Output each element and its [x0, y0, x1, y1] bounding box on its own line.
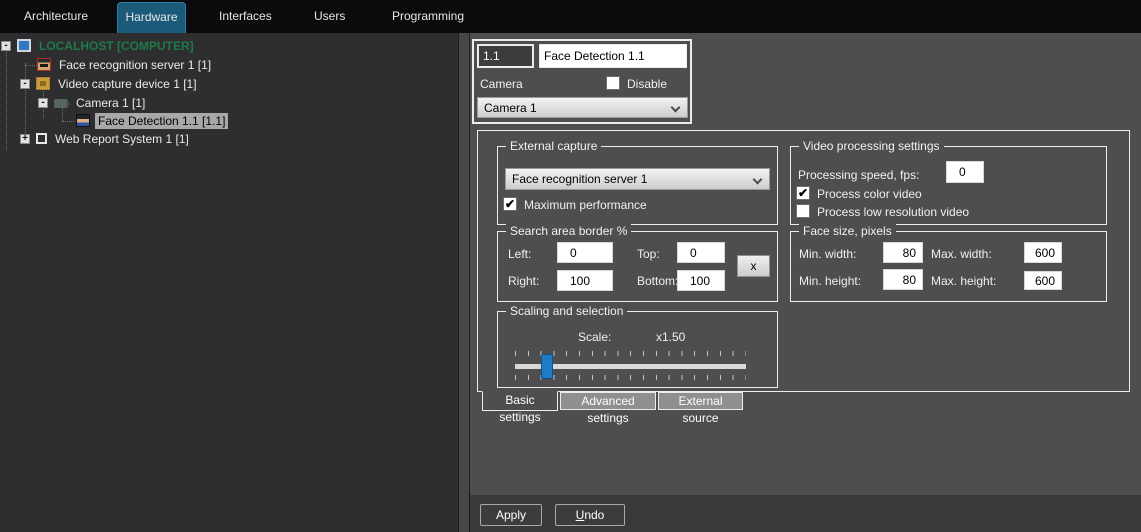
tree-connector-line — [25, 63, 26, 135]
object-id-field[interactable] — [477, 44, 534, 68]
apply-button[interactable]: Apply — [480, 504, 542, 526]
tree-item-label: Web Report System 1 [1] — [52, 131, 192, 147]
tree-item-face-recognition-server[interactable]: Face recognition server 1 [1] — [37, 56, 214, 73]
left-label: Left: — [508, 247, 531, 261]
tree-item-localhost[interactable]: - LOCALHOST [COMPUTER] — [1, 37, 197, 54]
hardware-tree-panel: - LOCALHOST [COMPUTER] Face recognition … — [0, 33, 458, 532]
bottom-label: Bottom: — [637, 274, 678, 288]
process-color-video-checkbox[interactable] — [796, 186, 810, 200]
web-report-icon — [36, 133, 47, 144]
capture-device-icon — [36, 77, 50, 90]
tree-item-label: Face recognition server 1 [1] — [56, 57, 214, 73]
external-capture-server-value: Face recognition server 1 — [512, 172, 647, 186]
collapse-icon[interactable]: - — [20, 79, 30, 89]
tree-item-video-capture-device[interactable]: - Video capture device 1 [1] — [20, 75, 200, 92]
tab-basic-settings[interactable]: Basic settings — [482, 391, 558, 411]
collapse-icon[interactable]: - — [1, 41, 11, 51]
max-width-field[interactable] — [1024, 242, 1062, 263]
video-processing-title: Video processing settings — [799, 139, 944, 153]
camera-select-value: Camera 1 — [484, 101, 537, 115]
right-label: Right: — [508, 274, 539, 288]
menu-item-architecture[interactable]: Architecture — [24, 0, 88, 33]
search-area-title: Search area border % — [506, 224, 631, 238]
tree-item-camera[interactable]: - Camera 1 [1] — [38, 94, 148, 111]
undo-button[interactable]: Undo — [555, 504, 625, 526]
top-field[interactable] — [677, 242, 725, 263]
top-label: Top: — [637, 247, 660, 261]
max-height-field[interactable] — [1024, 271, 1062, 290]
application-window: Architecture Hardware Interfaces Users P… — [0, 0, 1141, 532]
face-server-icon — [37, 58, 51, 71]
collapse-icon[interactable]: - — [38, 98, 48, 108]
tree-item-web-report-system[interactable]: + Web Report System 1 [1] — [20, 130, 192, 147]
face-detection-icon — [76, 114, 90, 127]
max-height-label: Max. height: — [931, 274, 996, 288]
tree-connector-line — [25, 65, 37, 66]
disable-checkbox[interactable] — [606, 76, 620, 90]
processing-speed-field[interactable] — [946, 161, 984, 183]
process-lowres-video-checkbox[interactable] — [796, 204, 810, 218]
camera-label: Camera — [480, 77, 523, 91]
menu-item-users[interactable]: Users — [314, 0, 345, 33]
tab-advanced-settings[interactable]: Advanced settings — [560, 392, 656, 410]
scaling-title: Scaling and selection — [506, 304, 627, 318]
computer-icon — [17, 39, 31, 52]
undo-button-label-initial: U — [576, 508, 585, 522]
tree-connector-line — [62, 121, 74, 122]
maximum-performance-checkbox[interactable] — [503, 197, 517, 211]
tree-item-label: Video capture device 1 [1] — [55, 76, 200, 92]
scale-value: x1.50 — [656, 330, 685, 344]
disable-label: Disable — [627, 77, 667, 91]
tree-item-label: LOCALHOST [COMPUTER] — [36, 38, 197, 54]
min-height-label: Min. height: — [799, 274, 861, 288]
expand-icon[interactable]: + — [20, 134, 30, 144]
menu-item-programming[interactable]: Programming — [392, 0, 464, 33]
face-size-title: Face size, pixels — [799, 224, 896, 238]
tree-item-label: Face Detection 1.1 [1.1] — [95, 113, 228, 129]
bottom-field[interactable] — [677, 270, 725, 291]
camera-select[interactable]: Camera 1 — [477, 97, 688, 118]
clear-search-area-button[interactable]: x — [737, 255, 770, 277]
menu-item-interfaces[interactable]: Interfaces — [219, 0, 272, 33]
left-field[interactable] — [557, 242, 613, 263]
menu-item-hardware[interactable]: Hardware — [117, 2, 186, 33]
chevron-down-icon — [753, 175, 763, 185]
external-capture-server-select[interactable]: Face recognition server 1 — [505, 168, 770, 190]
tab-external-source[interactable]: External source — [658, 392, 743, 410]
max-width-label: Max. width: — [931, 247, 992, 261]
min-width-label: Min. width: — [799, 247, 856, 261]
top-menu-bar: Architecture Hardware Interfaces Users P… — [0, 0, 1141, 33]
min-width-field[interactable] — [883, 242, 923, 263]
external-capture-title: External capture — [506, 139, 601, 153]
right-field[interactable] — [557, 270, 613, 291]
tree-item-label: Camera 1 [1] — [73, 95, 148, 111]
search-area-group: Search area border % — [497, 231, 778, 302]
scale-label: Scale: — [578, 330, 611, 344]
min-height-field[interactable] — [883, 269, 923, 290]
undo-button-label-rest: ndo — [584, 508, 604, 522]
scale-slider-thumb[interactable] — [541, 354, 553, 379]
camera-icon — [54, 99, 68, 108]
chevron-down-icon — [671, 103, 681, 113]
maximum-performance-label: Maximum performance — [524, 198, 647, 212]
tree-connector-line — [6, 50, 7, 150]
object-name-field[interactable] — [539, 44, 687, 68]
process-lowres-video-label: Process low resolution video — [817, 205, 969, 219]
panel-splitter[interactable] — [458, 33, 470, 532]
processing-speed-label: Processing speed, fps: — [798, 168, 919, 182]
process-color-video-label: Process color video — [817, 187, 922, 201]
tree-item-face-detection[interactable]: Face Detection 1.1 [1.1] — [76, 112, 228, 129]
